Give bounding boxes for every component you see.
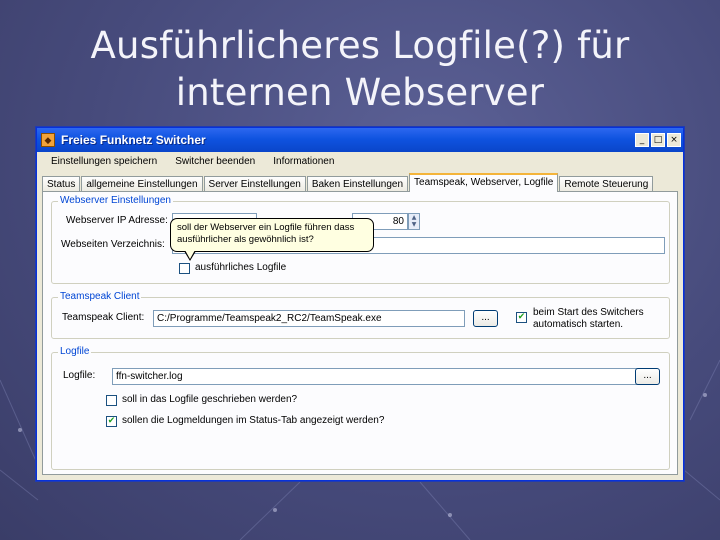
verbose-log-label: ausführliches Logfile [195,262,287,273]
maximize-button[interactable]: □ [651,133,665,147]
teamspeak-group: Teamspeak Client Teamspeak Client: C:/Pr… [51,291,670,339]
menu-bar: Einstellungen speichern Switcher beenden… [37,152,683,171]
teamspeak-group-legend: Teamspeak Client [58,291,142,302]
tab-beacon-settings[interactable]: Baken Einstellungen [306,176,409,192]
window-title: Freies Funknetz Switcher [61,133,206,147]
teamspeak-browse-button[interactable]: ... [473,310,498,327]
logfile-input[interactable]: ffn-switcher.log [112,368,655,385]
logfile-write-label: soll in das Logfile geschrieben werden? [122,394,298,405]
teamspeak-autostart-label: beim Start des Switchers automatisch sta… [533,307,644,330]
logfile-browse-button[interactable]: ... [635,368,660,385]
teamspeak-autostart-checkbox[interactable]: ✔ [516,312,527,323]
tab-remote-control[interactable]: Remote Steuerung [559,176,654,192]
webserver-group-legend: Webserver Einstellungen [58,195,173,206]
logfile-status-label: sollen die Logmeldungen im Status-Tab an… [122,415,385,426]
minimize-button[interactable]: _ [635,133,649,147]
spin-down-icon[interactable]: ▼ [409,221,419,228]
menu-information[interactable]: Informationen [273,156,334,167]
tab-teamspeak-webserver-logfile[interactable]: Teamspeak, Webserver, Logfile [409,173,559,192]
logfile-write-checkbox[interactable] [106,395,117,406]
webserver-port-spinner[interactable]: ▲ ▼ [408,213,420,230]
spin-up-icon[interactable]: ▲ [409,214,419,221]
teamspeak-client-label: Teamspeak Client: [62,312,145,323]
tab-server-settings[interactable]: Server Einstellungen [203,176,306,192]
tab-general-settings[interactable]: allgemeine Einstellungen [81,176,203,192]
logfile-group-legend: Logfile [58,346,92,357]
window-titlebar[interactable]: ◆ Freies Funknetz Switcher _ □ × [37,128,683,152]
menu-quit-switcher[interactable]: Switcher beenden [175,156,255,167]
tab-status[interactable]: Status [42,176,81,192]
window-controls: _ □ × [635,133,681,147]
close-button[interactable]: × [667,133,681,147]
webserver-ip-label: Webserver IP Adresse: [66,215,168,226]
logfile-group: Logfile Logfile: ffn-switcher.log ... so… [51,346,670,470]
verbose-log-tooltip: soll der Webserver ein Logfile führen da… [170,218,374,252]
app-icon: ◆ [41,133,55,147]
tooltip-pointer-fill [185,250,195,259]
app-window: ◆ Freies Funknetz Switcher _ □ × Einstel… [36,127,684,481]
logfile-label: Logfile: [63,370,96,381]
tab-strip: Status allgemeine Einstellungen Server E… [42,173,654,192]
slide-title: Ausführlicheres Logfile(?) für internen … [90,24,630,114]
menu-save-settings[interactable]: Einstellungen speichern [51,156,157,167]
webserver-dir-label: Webseiten Verzeichnis: [61,239,165,250]
verbose-log-checkbox[interactable] [179,263,190,274]
teamspeak-client-input[interactable]: C:/Programme/Teamspeak2_RC2/TeamSpeak.ex… [153,310,465,327]
logfile-status-checkbox[interactable]: ✔ [106,416,117,427]
